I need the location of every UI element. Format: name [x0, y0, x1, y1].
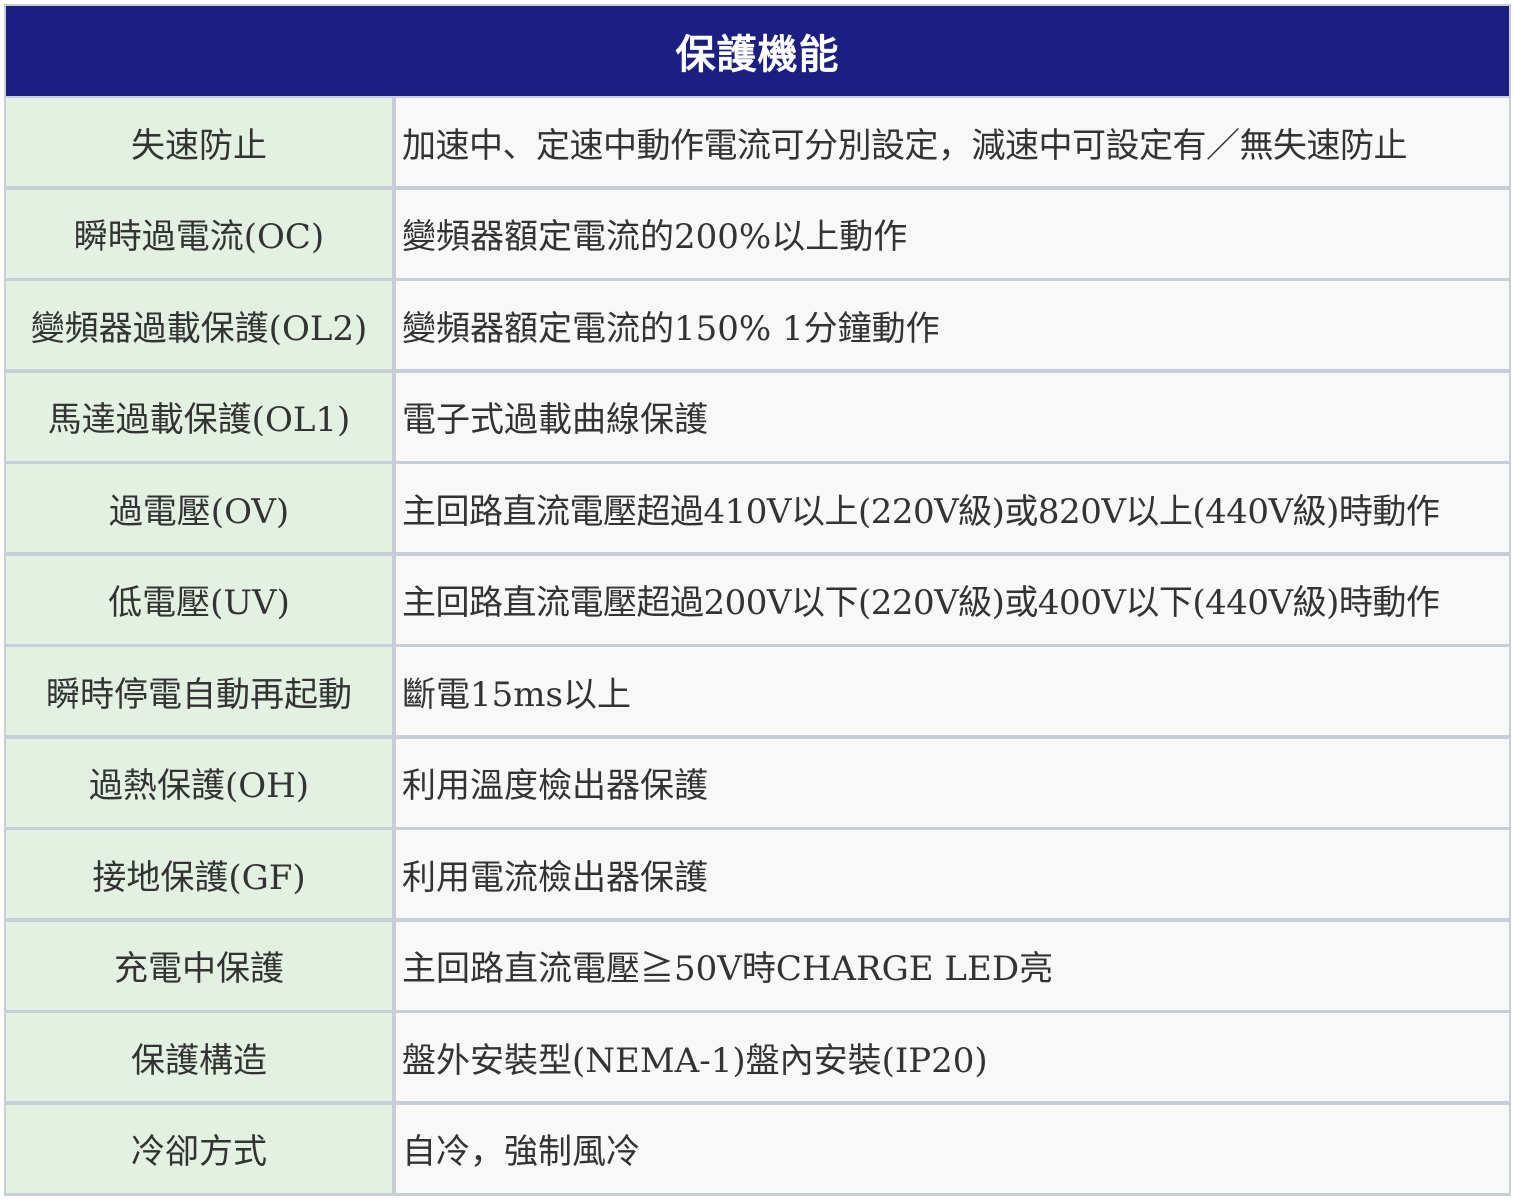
row-value: 變頻器額定電流的200%以上動作	[396, 189, 1509, 278]
table-row: 失速防止 加速中、定速中動作電流可分別設定，減速中可設定有／無失速防止	[4, 98, 1511, 186]
row-value: 盤外安裝型(NEMA-1)盤內安裝(IP20)	[396, 1013, 1509, 1101]
row-value: 主回路直流電壓超過200V以下(220V級)或400V以下(440V級)時動作	[396, 555, 1509, 644]
row-label: 接地保護(GF)	[6, 830, 392, 918]
row-label: 保護構造	[6, 1013, 392, 1101]
row-value: 加速中、定速中動作電流可分別設定，減速中可設定有／無失速防止	[396, 98, 1509, 186]
row-label: 瞬時過電流(OC)	[6, 189, 392, 278]
row-value: 斷電15ms以上	[396, 647, 1509, 735]
row-label: 充電中保護	[6, 921, 392, 1010]
table-title: 保護機能	[675, 32, 840, 78]
row-label: 低電壓(UV)	[6, 555, 392, 644]
table-row: 變頻器過載保護(OL2) 變頻器額定電流的150% 1分鐘動作	[4, 281, 1511, 369]
row-value: 電子式過載曲線保護	[396, 372, 1509, 461]
row-label: 瞬時停電自動再起動	[6, 647, 392, 735]
row-value: 利用溫度檢出器保護	[396, 738, 1509, 827]
table-row: 低電壓(UV) 主回路直流電壓超過200V以下(220V級)或400V以下(44…	[4, 555, 1511, 644]
row-value: 利用電流檢出器保護	[396, 830, 1509, 918]
row-value: 自冷，強制風冷	[396, 1104, 1509, 1193]
table-row: 接地保護(GF) 利用電流檢出器保護	[4, 830, 1511, 918]
row-value: 主回路直流電壓超過410V以上(220V級)或820V以上(440V級)時動作	[396, 464, 1509, 552]
table-row: 保護構造 盤外安裝型(NEMA-1)盤內安裝(IP20)	[4, 1013, 1511, 1101]
table-row: 瞬時停電自動再起動 斷電15ms以上	[4, 647, 1511, 735]
table-row: 馬達過載保護(OL1) 電子式過載曲線保護	[4, 372, 1511, 461]
protection-functions-table: 保護機能 失速防止 加速中、定速中動作電流可分別設定，減速中可設定有／無失速防止…	[4, 4, 1511, 1196]
row-value: 變頻器額定電流的150% 1分鐘動作	[396, 281, 1509, 369]
row-label: 過電壓(OV)	[6, 464, 392, 552]
row-label: 失速防止	[6, 98, 392, 186]
table-row: 過熱保護(OH) 利用溫度檢出器保護	[4, 738, 1511, 827]
row-value: 主回路直流電壓≧50V時CHARGE LED亮	[396, 921, 1509, 1010]
table-row: 瞬時過電流(OC) 變頻器額定電流的200%以上動作	[4, 189, 1511, 278]
row-label: 冷卻方式	[6, 1104, 392, 1193]
row-label: 變頻器過載保護(OL2)	[6, 281, 392, 369]
table-row: 充電中保護 主回路直流電壓≧50V時CHARGE LED亮	[4, 921, 1511, 1010]
table-row: 過電壓(OV) 主回路直流電壓超過410V以上(220V級)或820V以上(44…	[4, 464, 1511, 552]
table-row: 冷卻方式 自冷，強制風冷	[4, 1104, 1511, 1193]
row-label: 馬達過載保護(OL1)	[6, 372, 392, 461]
table-header: 保護機能	[6, 6, 1509, 96]
row-label: 過熱保護(OH)	[6, 738, 392, 827]
